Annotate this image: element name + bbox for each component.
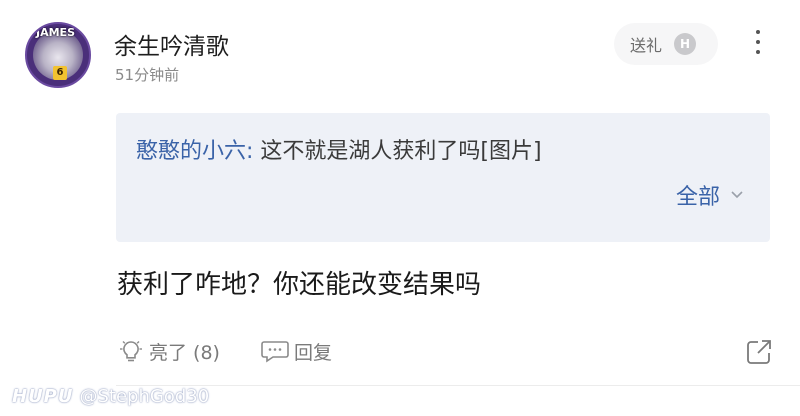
expand-all-button[interactable]: 全部 — [676, 179, 744, 211]
avatar-badge-text: JAMES — [36, 26, 75, 39]
quote-author[interactable]: 憨憨的小六: — [136, 139, 253, 164]
share-icon — [747, 340, 771, 364]
watermark-handle: @StephGod30 — [79, 386, 210, 407]
comment-icon — [261, 341, 289, 363]
gift-button[interactable]: 送礼 H — [614, 23, 718, 65]
post-time: 51分钟前 — [115, 66, 180, 84]
user-avatar[interactable]: JAMES 6 — [25, 22, 91, 88]
gift-coin-icon: H — [674, 33, 697, 55]
reply-button[interactable]: 回复 — [260, 338, 332, 365]
lightbulb-icon — [120, 341, 142, 362]
chevron-down-icon — [731, 191, 743, 199]
username[interactable]: 余生吟清歌 — [114, 27, 229, 61]
watermark: HUPU @StephGod30 — [12, 386, 209, 407]
avatar-number-badge: 6 — [53, 66, 67, 80]
share-button[interactable] — [744, 337, 774, 371]
like-label: 亮了 (8) — [149, 341, 220, 364]
quote-line: 憨憨的小六: 这不就是湖人获利了吗[图片] — [136, 133, 542, 165]
quote-text: 这不就是湖人获利了吗[图片] — [253, 139, 542, 164]
reply-label: 回复 — [293, 341, 332, 364]
action-bar: 亮了 (8) 回复 — [117, 336, 332, 366]
reply-text: 获利了咋地？你还能改变结果吗 — [117, 270, 482, 300]
quoted-comment[interactable]: 憨憨的小六: 这不就是湖人获利了吗[图片] 全部 — [116, 113, 770, 242]
more-vertical-icon[interactable] — [748, 30, 768, 54]
gift-label: 送礼 — [630, 36, 663, 55]
divider — [116, 385, 800, 386]
watermark-logo: HUPU — [12, 386, 74, 407]
expand-label: 全部 — [675, 185, 720, 210]
like-button[interactable]: 亮了 (8) — [117, 337, 220, 365]
